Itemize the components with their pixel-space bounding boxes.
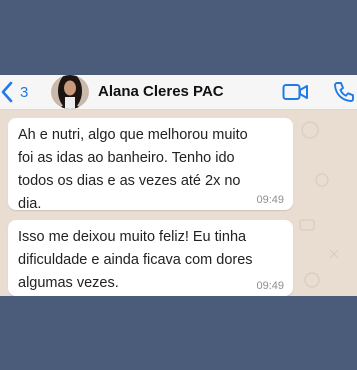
video-call-button[interactable] bbox=[282, 82, 309, 107]
phone-icon bbox=[332, 82, 356, 108]
message-time: 09:49 bbox=[256, 194, 284, 206]
back-button[interactable]: 3 bbox=[0, 80, 28, 104]
voice-call-button[interactable] bbox=[332, 80, 356, 109]
chat-header: 3 Alana Cleres PAC bbox=[0, 75, 357, 110]
message-bubble[interactable]: Ah e nutri, algo que melhorou muito foi … bbox=[8, 118, 293, 212]
contact-name[interactable]: Alana Cleres PAC bbox=[98, 83, 224, 100]
avatar[interactable] bbox=[51, 75, 89, 109]
message-text: Isso me deixou muito feliz! Eu tinha dif… bbox=[18, 229, 253, 291]
message-time: 09:49 bbox=[256, 280, 284, 292]
message-bubble[interactable]: Isso me deixou muito feliz! Eu tinha dif… bbox=[8, 220, 293, 296]
message-text: Ah e nutri, algo que melhorou muito foi … bbox=[18, 127, 248, 212]
chevron-left-icon bbox=[0, 81, 14, 103]
video-camera-icon bbox=[282, 84, 309, 106]
unread-count: 3 bbox=[20, 83, 29, 101]
chat-window: 3 Alana Cleres PAC Ah e nutri, algo que … bbox=[0, 75, 357, 296]
